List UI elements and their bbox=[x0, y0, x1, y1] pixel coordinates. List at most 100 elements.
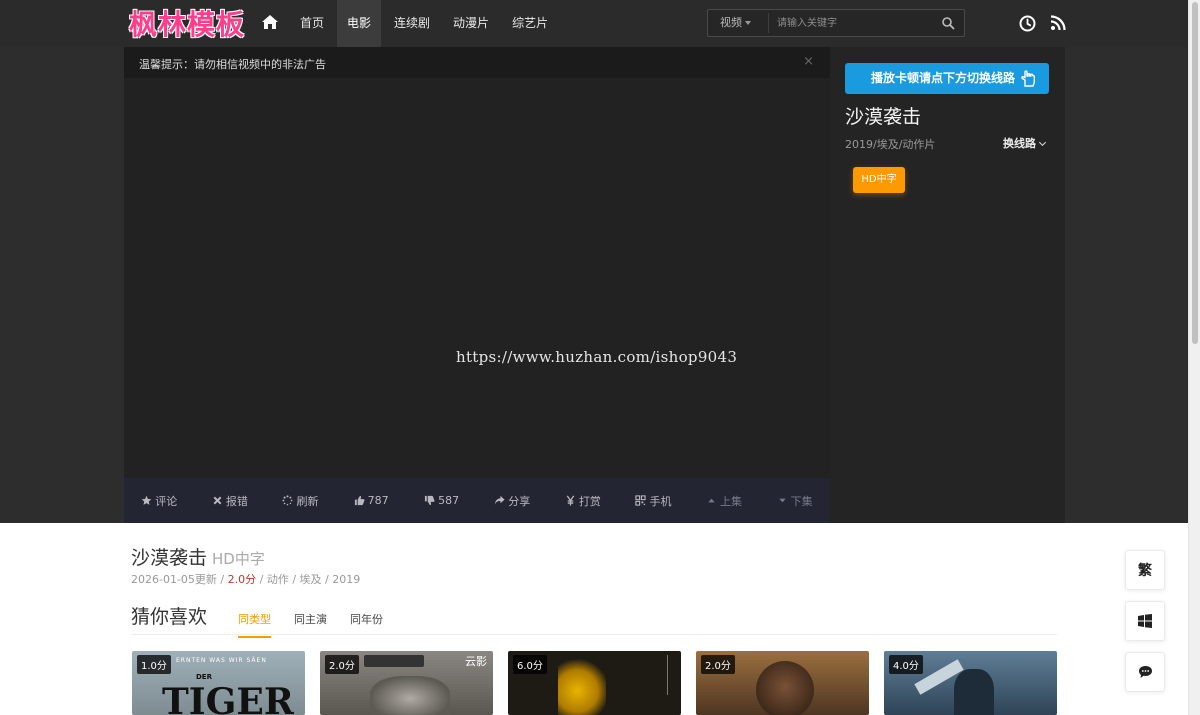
history-clock-icon[interactable] bbox=[1019, 15, 1036, 32]
thumbs-up-icon bbox=[354, 495, 365, 506]
search-type-label: 视频 bbox=[720, 16, 742, 29]
refresh-icon bbox=[282, 495, 293, 506]
prev-episode-button[interactable]: 上集 bbox=[689, 478, 760, 523]
movie-quality: HD中字 bbox=[212, 550, 265, 568]
watermark-text: https://www.huzhan.com/ishop9043 bbox=[456, 348, 738, 366]
caret-down-icon bbox=[745, 21, 751, 25]
poster-card[interactable]: 6.0分 bbox=[508, 651, 681, 715]
share-icon bbox=[494, 495, 505, 505]
comment-icon bbox=[1138, 666, 1152, 678]
nav-item-movies[interactable]: 电影 bbox=[337, 0, 382, 47]
side-movie-meta: 2019/埃及/动作片 bbox=[845, 138, 936, 151]
traditional-chinese-button[interactable]: 繁 bbox=[1125, 550, 1165, 590]
share-button[interactable]: 分享 bbox=[477, 478, 548, 523]
dislike-button[interactable]: 587 bbox=[406, 478, 477, 523]
side-movie-title: 沙漠袭击 bbox=[845, 106, 922, 128]
page-scrollbar[interactable] bbox=[1188, 0, 1200, 715]
movie-score: 2.0分 bbox=[227, 573, 257, 586]
comment-button[interactable]: 评论 bbox=[124, 478, 195, 523]
star-icon bbox=[141, 495, 152, 505]
dislike-count: 587 bbox=[438, 494, 460, 507]
movie-year[interactable]: 2019 bbox=[332, 573, 360, 586]
poster-card[interactable]: 1.0分 ERNTEN WAS WIR SÄEN DER TIGER bbox=[132, 651, 305, 715]
comment-label: 评论 bbox=[155, 494, 178, 508]
poster-card[interactable]: 4.0分 bbox=[884, 651, 1057, 715]
video-player[interactable]: 温馨提示：请勿相信视频中的非法广告 × https://www.huzhan.c… bbox=[124, 47, 830, 523]
tip-label: 打赏 bbox=[578, 494, 601, 508]
poster-face bbox=[756, 661, 814, 715]
poster-small-text: DER bbox=[196, 673, 212, 681]
prev-episode-label: 上集 bbox=[720, 494, 743, 508]
poster-gold-glyph bbox=[558, 655, 606, 715]
tab-same-year[interactable]: 同年份 bbox=[350, 611, 383, 627]
movie-meta-row: 2026-01-05更新 / 2.0分 / 动作 / 埃及 / 2019 bbox=[131, 573, 361, 586]
traditional-chinese-icon: 繁 bbox=[1138, 563, 1152, 579]
poster-logo-strip bbox=[364, 655, 424, 667]
nav-item-anime[interactable]: 动漫片 bbox=[443, 0, 499, 47]
nav-item-series[interactable]: 连续剧 bbox=[384, 0, 440, 47]
notice-text: 温馨提示：请勿相信视频中的非法广告 bbox=[139, 58, 326, 71]
recommend-title: 猜你喜欢 bbox=[131, 606, 208, 628]
next-episode-button[interactable]: 下集 bbox=[759, 478, 830, 523]
tab-same-actor[interactable]: 同主演 bbox=[294, 611, 327, 627]
hand-pointer-icon bbox=[1021, 70, 1035, 87]
line-switch-dropdown[interactable]: 换线路 bbox=[1003, 135, 1047, 151]
poster-figure bbox=[370, 676, 450, 715]
home-icon[interactable] bbox=[261, 13, 279, 31]
movie-title: 沙漠袭击 bbox=[131, 547, 208, 569]
switch-line-text: 播放卡顿请点下方切换线路 bbox=[871, 71, 1016, 85]
poster-score: 1.0分 bbox=[137, 655, 171, 674]
tab-same-genre[interactable]: 同类型 bbox=[238, 611, 271, 638]
poster-card[interactable]: 2.0分 bbox=[696, 651, 869, 715]
refresh-label: 刷新 bbox=[296, 494, 319, 508]
tip-button[interactable]: 打赏 bbox=[548, 478, 619, 523]
notice-close-button[interactable]: × bbox=[803, 54, 814, 69]
nav-item-home[interactable]: 首页 bbox=[290, 0, 334, 47]
chevron-down-icon bbox=[1038, 138, 1047, 147]
search-icon[interactable] bbox=[941, 16, 955, 30]
line-switch-label: 换线路 bbox=[1003, 137, 1036, 150]
poster-figure bbox=[954, 669, 994, 715]
poster-side-text bbox=[638, 655, 668, 695]
poster-brand-text: 云影 bbox=[465, 655, 487, 668]
thumbs-down-icon bbox=[425, 495, 435, 506]
update-date: 2026-01-05更新 bbox=[131, 573, 217, 586]
rss-icon[interactable] bbox=[1050, 15, 1066, 31]
refresh-button[interactable]: 刷新 bbox=[265, 478, 336, 523]
movie-region[interactable]: 埃及 bbox=[300, 573, 322, 586]
episode-hd-button[interactable]: HD中字 bbox=[853, 167, 905, 193]
windows-button[interactable] bbox=[1125, 601, 1165, 641]
movie-genre[interactable]: 动作 bbox=[267, 573, 289, 586]
scrollbar-thumb[interactable] bbox=[1192, 2, 1198, 344]
caret-down-icon bbox=[778, 498, 786, 503]
poster-score: 2.0分 bbox=[325, 655, 359, 674]
search-input[interactable] bbox=[768, 13, 928, 33]
report-button[interactable]: 报错 bbox=[195, 478, 266, 523]
mobile-button[interactable]: 手机 bbox=[618, 478, 689, 523]
recommend-header: 猜你喜欢 同类型 同主演 同年份 bbox=[131, 602, 1057, 638]
like-count: 787 bbox=[367, 494, 389, 507]
site-logo[interactable]: 枫林模板 bbox=[129, 3, 245, 43]
movie-title-row: 沙漠袭击 HD中字 bbox=[131, 543, 265, 570]
poster-score: 6.0分 bbox=[513, 655, 547, 674]
poster-score: 4.0分 bbox=[889, 655, 923, 674]
search-type-dropdown[interactable]: 视频 bbox=[720, 10, 751, 36]
share-label: 分享 bbox=[508, 494, 531, 508]
qrcode-icon bbox=[635, 495, 647, 506]
windows-icon bbox=[1138, 614, 1152, 628]
search-box: 视频 bbox=[707, 9, 965, 37]
like-button[interactable]: 787 bbox=[336, 478, 407, 523]
main-nav: 首页 电影 连续剧 动漫片 综艺片 bbox=[290, 0, 561, 47]
comment-float-button[interactable] bbox=[1125, 652, 1165, 692]
poster-card[interactable]: 2.0分 云影 bbox=[320, 651, 493, 715]
report-label: 报错 bbox=[225, 494, 248, 508]
top-header: 枫林模板 首页 电影 连续剧 动漫片 综艺片 视频 bbox=[0, 0, 1188, 47]
next-episode-label: 下集 bbox=[790, 494, 813, 508]
switch-line-banner[interactable]: 播放卡顿请点下方切换线路 bbox=[845, 63, 1049, 94]
episode-side-panel: 播放卡顿请点下方切换线路 沙漠袭击 2019/埃及/动作片 换线路 HD中字 bbox=[830, 47, 1065, 523]
nav-item-variety[interactable]: 综艺片 bbox=[502, 0, 558, 47]
poster-score: 2.0分 bbox=[701, 655, 735, 674]
mobile-label: 手机 bbox=[649, 494, 672, 508]
poster-tagline: ERNTEN WAS WIR SÄEN bbox=[176, 657, 267, 664]
yen-icon bbox=[566, 495, 575, 506]
